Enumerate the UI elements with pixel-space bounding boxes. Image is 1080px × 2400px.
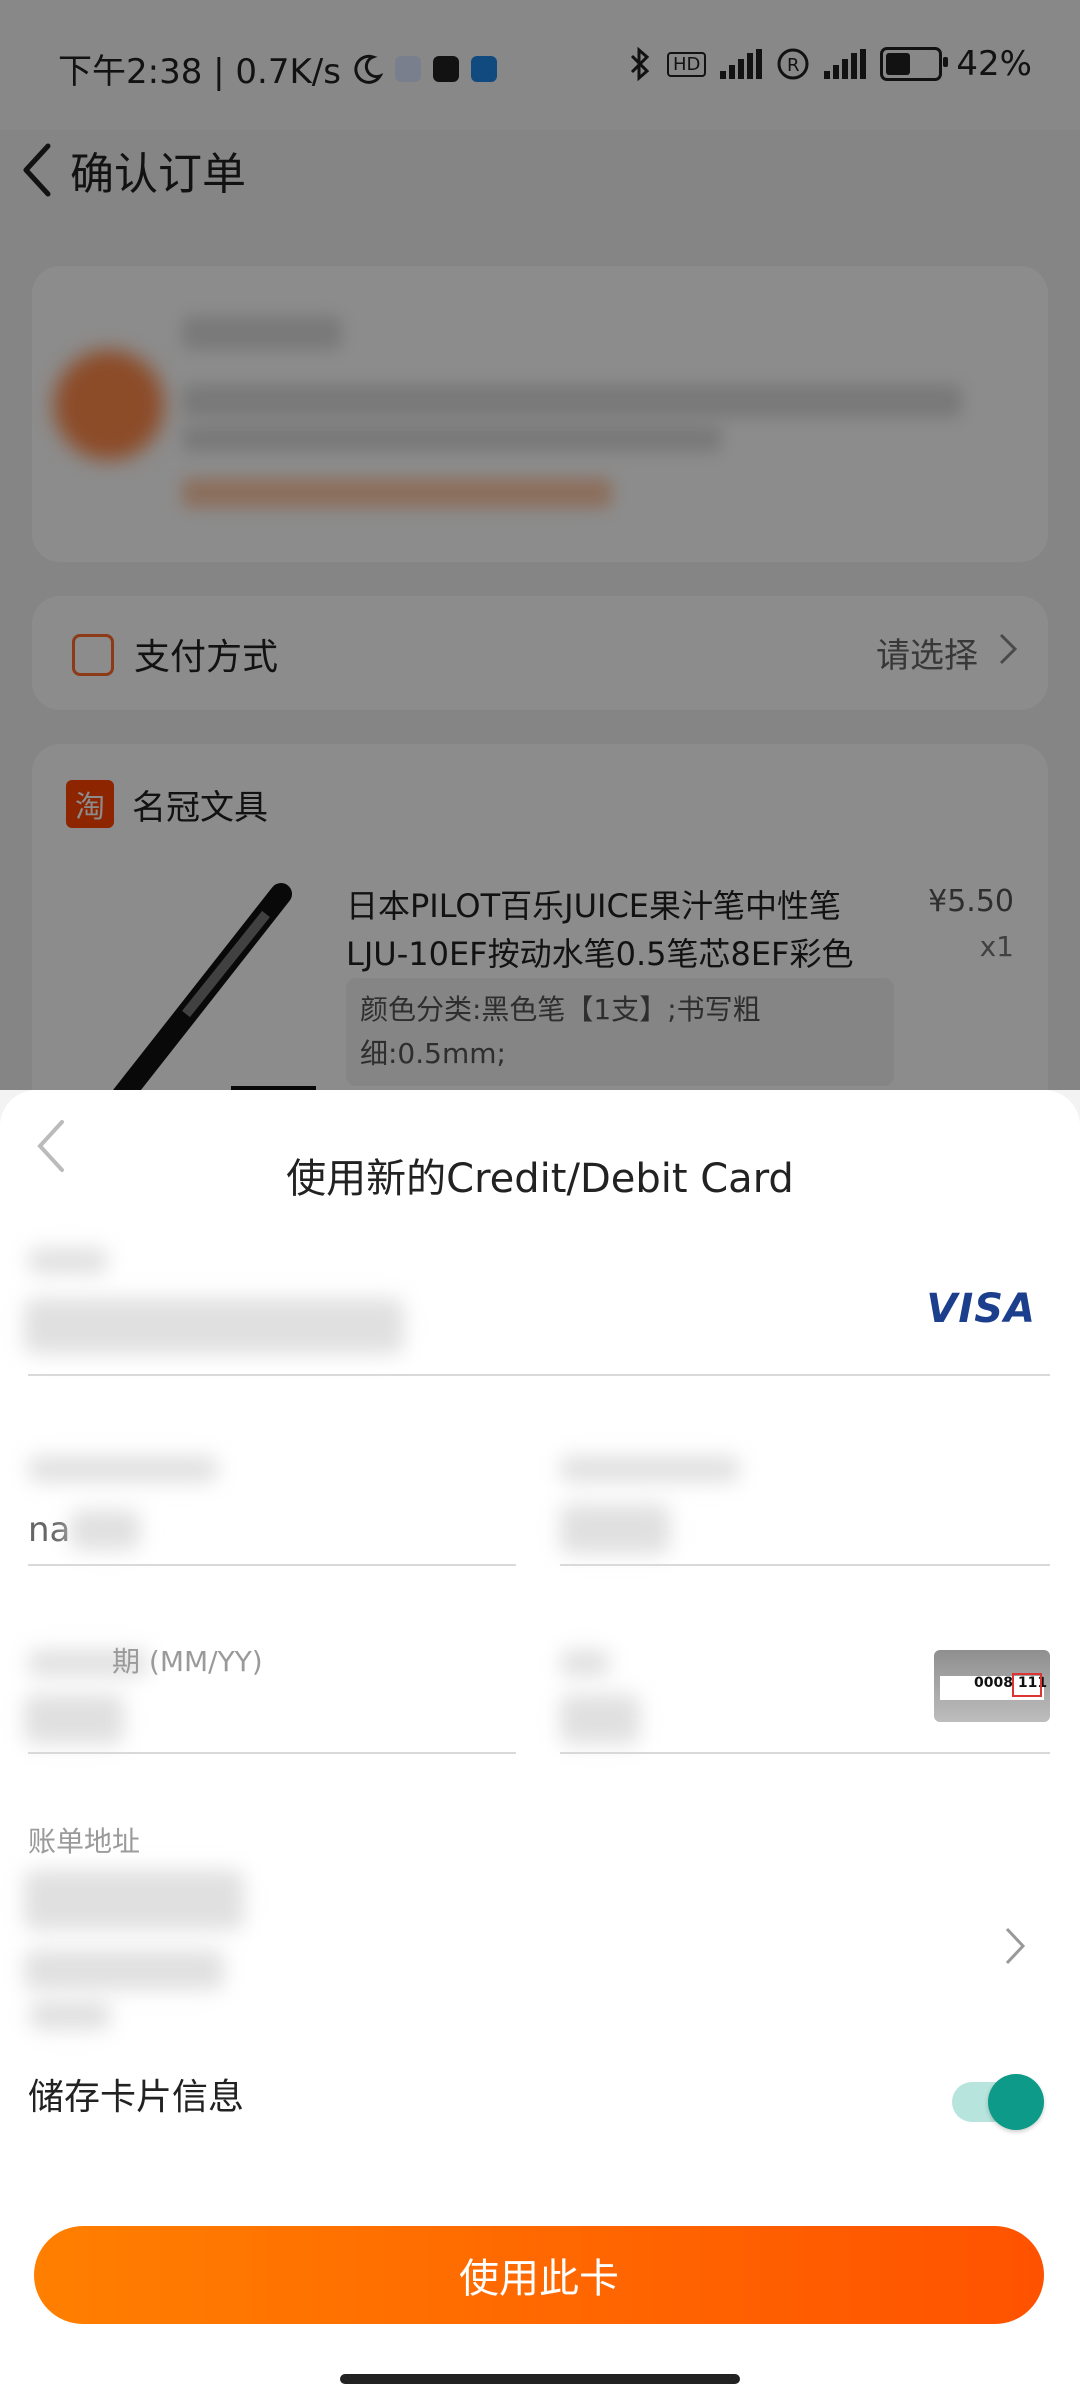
blurred-field-input[interactable] (560, 1504, 670, 1554)
blurred-name-label (28, 1456, 218, 1482)
name-input[interactable]: na (28, 1510, 70, 1550)
blurred-name-value (70, 1510, 140, 1550)
visa-logo: VISA (926, 1286, 1036, 1332)
expiry-label: 期 (MM/YY) (112, 1645, 263, 1678)
dim-overlay[interactable] (0, 0, 1080, 1090)
name-underline (28, 1564, 516, 1566)
billing-address-value[interactable] (24, 1870, 244, 1930)
home-indicator[interactable] (340, 2374, 740, 2384)
card-number-underline (28, 1374, 1050, 1376)
sheet-title: 使用新的Credit/Debit Card (286, 1156, 794, 1202)
save-card-toggle[interactable] (952, 2074, 1044, 2130)
card-sheet: 使用新的Credit/Debit Card VISA na 期 (MM/YY) … (0, 1090, 1080, 2400)
cvv-input[interactable] (560, 1694, 640, 1744)
blurred-card-label (28, 1248, 108, 1274)
save-card-label: 储存卡片信息 (28, 2077, 245, 2118)
cvv-hint-image: 0008 111 (934, 1650, 1050, 1722)
expiry-input[interactable] (24, 1694, 124, 1744)
blurred-cvv-label (560, 1650, 610, 1676)
blurred-field-label (560, 1456, 740, 1482)
field-underline (560, 1564, 1050, 1566)
billing-address-value-line (24, 1950, 224, 1990)
billing-address-value-line (30, 2000, 110, 2030)
card-number-input[interactable] (24, 1298, 404, 1354)
use-card-button[interactable]: 使用此卡 (34, 2226, 1044, 2324)
cvv-underline (560, 1752, 1050, 1754)
billing-label: 账单地址 (28, 1825, 141, 1858)
chevron-right-icon[interactable] (1004, 1926, 1026, 1966)
expiry-underline (28, 1752, 516, 1754)
